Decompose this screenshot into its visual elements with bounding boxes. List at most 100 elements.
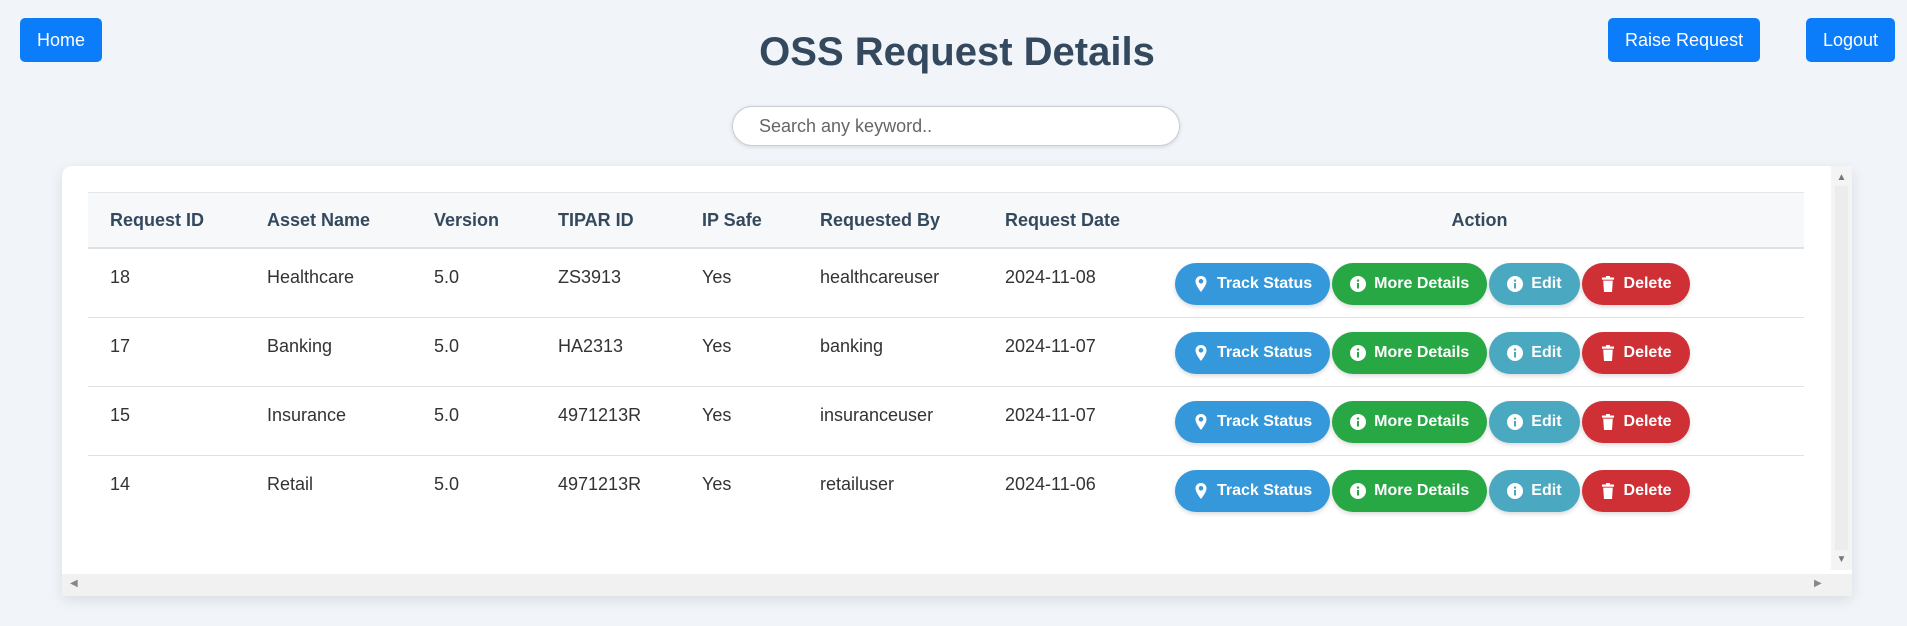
search-input[interactable]	[732, 106, 1180, 146]
cell-requested-by: insuranceuser	[820, 404, 934, 425]
cell-request-id: 14	[110, 473, 131, 494]
scroll-thumb[interactable]	[1835, 186, 1848, 550]
logout-button[interactable]: Logout	[1806, 18, 1896, 62]
delete-button[interactable]: Delete	[1581, 400, 1690, 443]
table-row: 14 Retail 5.0 4971213R Yes retailuser 2024-11-…	[88, 455, 1804, 524]
cell-ip-safe: Yes	[702, 335, 732, 356]
cell-version: 5.0	[434, 404, 460, 425]
cell-tipar-id: 4971213R	[558, 473, 642, 494]
cell-request-date: 2024-11-08	[1005, 267, 1096, 287]
scroll-up-icon[interactable]: ▲	[1831, 172, 1852, 183]
cell-ip-safe: Yes	[702, 404, 732, 425]
more-details-label: More Details	[1374, 275, 1470, 292]
scroll-down-icon[interactable]: ▼	[1831, 554, 1852, 565]
cell-requested-by: retailuser	[820, 473, 895, 494]
cell-request-id: 18	[110, 267, 131, 287]
cell-request-date: 2024-11-07	[1005, 404, 1096, 425]
column-header-tipar-id: TIPAR ID	[558, 209, 634, 230]
more-details-button[interactable]: More Details	[1332, 469, 1488, 512]
cell-actions: Track Status More Details Edit Delete	[1155, 386, 1804, 455]
edit-label: Edit	[1531, 481, 1562, 499]
cell-asset-name: Healthcare	[267, 267, 355, 287]
info-circle-icon	[1507, 344, 1531, 361]
map-marker-icon	[1193, 344, 1217, 361]
track-status-label: Track Status	[1217, 412, 1313, 430]
cell-tipar-id: ZS3913	[558, 267, 622, 287]
delete-label: Delete	[1623, 412, 1672, 430]
edit-label: Edit	[1531, 275, 1562, 292]
cell-actions: Track Status More Details Edit Delete	[1155, 317, 1804, 386]
track-status-button[interactable]: Track Status	[1175, 263, 1331, 305]
vertical-scrollbar[interactable]: ▲ ▼	[1831, 166, 1852, 570]
cell-request-date: 2024-11-07	[1005, 335, 1096, 356]
more-details-button[interactable]: More Details	[1332, 331, 1488, 374]
info-circle-icon	[1350, 413, 1374, 430]
more-details-label: More Details	[1374, 343, 1470, 361]
track-status-label: Track Status	[1217, 275, 1313, 292]
cell-ip-safe: Yes	[702, 473, 732, 494]
cell-actions: Track Status More Details Edit Delete	[1155, 455, 1804, 524]
info-circle-icon	[1507, 482, 1531, 499]
track-status-button[interactable]: Track Status	[1175, 331, 1331, 374]
edit-button[interactable]: Edit	[1489, 331, 1580, 374]
delete-button[interactable]: Delete	[1581, 263, 1690, 305]
cell-tipar-id: 4971213R	[558, 404, 642, 425]
column-header-requested-by: Requested By	[820, 209, 941, 230]
cell-tipar-id: HA2313	[558, 335, 624, 356]
cell-ip-safe: Yes	[702, 267, 732, 287]
table-card: Request ID Asset Name Version TIPAR ID I…	[62, 166, 1852, 596]
cell-version: 5.0	[434, 473, 460, 494]
scroll-right-icon[interactable]: ▶	[1814, 578, 1822, 589]
map-marker-icon	[1193, 413, 1217, 430]
info-circle-icon	[1507, 413, 1531, 430]
trash-icon	[1600, 413, 1624, 430]
raise-request-button[interactable]: Raise Request	[1608, 18, 1761, 62]
cell-actions: Track Status More Details Edit Delete	[1155, 248, 1804, 317]
cell-asset-name: Banking	[267, 335, 333, 356]
cell-asset-name: Retail	[267, 473, 314, 494]
column-header-asset-name: Asset Name	[267, 209, 371, 230]
edit-label: Edit	[1531, 412, 1562, 430]
more-details-label: More Details	[1374, 481, 1470, 499]
requests-table: Request ID Asset Name Version TIPAR ID I…	[88, 192, 1804, 524]
delete-label: Delete	[1623, 275, 1672, 292]
delete-label: Delete	[1623, 481, 1672, 499]
cell-request-date: 2024-11-06	[1005, 473, 1096, 494]
cell-requested-by: healthcareuser	[820, 267, 940, 287]
column-header-request-id: Request ID	[110, 209, 205, 230]
cell-requested-by: banking	[820, 335, 884, 356]
cell-request-id: 17	[110, 335, 131, 356]
column-header-action: Action	[1451, 209, 1508, 230]
cell-request-id: 15	[110, 404, 131, 425]
column-header-version: Version	[434, 209, 500, 230]
cell-asset-name: Insurance	[267, 404, 347, 425]
map-marker-icon	[1193, 482, 1217, 499]
delete-label: Delete	[1623, 343, 1672, 361]
info-circle-icon	[1350, 276, 1374, 292]
map-marker-icon	[1193, 276, 1217, 292]
column-header-request-date: Request Date	[1005, 209, 1121, 230]
more-details-button[interactable]: More Details	[1332, 263, 1488, 305]
info-circle-icon	[1507, 276, 1531, 292]
scroll-left-icon[interactable]: ◀	[70, 578, 78, 589]
delete-button[interactable]: Delete	[1581, 469, 1690, 512]
info-circle-icon	[1350, 344, 1374, 361]
trash-icon	[1600, 344, 1624, 361]
track-status-label: Track Status	[1217, 343, 1313, 361]
edit-button[interactable]: Edit	[1489, 263, 1580, 305]
table-row: 15 Insurance 5.0 4971213R Yes insuranceuser 20…	[88, 386, 1804, 455]
horizontal-scrollbar[interactable]: ◀ ▶	[62, 574, 1852, 596]
more-details-label: More Details	[1374, 412, 1470, 430]
track-status-button[interactable]: Track Status	[1175, 469, 1331, 512]
table-body: 18 Healthcare 5.0 ZS3913 Yes healthcareuser 20…	[88, 248, 1804, 524]
edit-button[interactable]: Edit	[1489, 400, 1580, 443]
table-header-row: Request ID Asset Name Version TIPAR ID I…	[88, 192, 1804, 248]
delete-button[interactable]: Delete	[1581, 331, 1690, 374]
cell-version: 5.0	[434, 335, 460, 356]
more-details-button[interactable]: More Details	[1332, 400, 1488, 443]
column-header-ip-safe: IP Safe	[702, 209, 762, 230]
edit-button[interactable]: Edit	[1489, 469, 1580, 512]
table-row: 17 Banking 5.0 HA2313 Yes banking 2024-11-07 Tr…	[88, 317, 1804, 386]
track-status-label: Track Status	[1217, 481, 1313, 499]
track-status-button[interactable]: Track Status	[1175, 400, 1331, 443]
